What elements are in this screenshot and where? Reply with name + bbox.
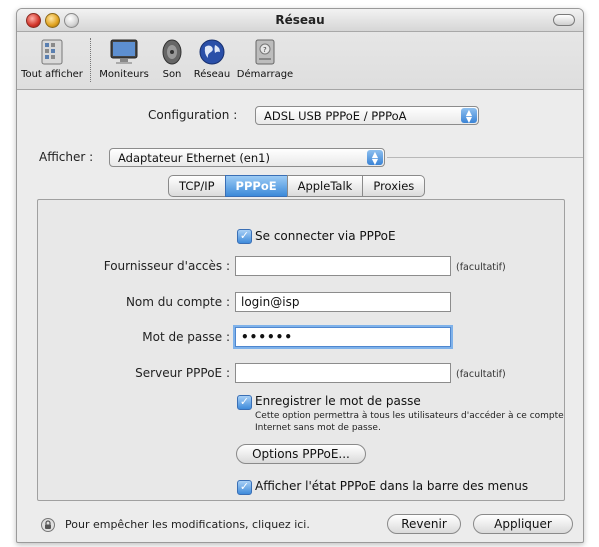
toolbar: Tout afficher Moniteurs Son Réseau ? Dém… (17, 32, 583, 90)
server-optional-hint: (facultatif) (456, 369, 506, 380)
title-bar: Réseau (17, 9, 583, 32)
password-label: Mot de passe : (142, 330, 230, 344)
lock-message[interactable]: Pour empêcher les modifications, cliquez… (65, 518, 310, 531)
toolbar-label: Son (162, 69, 182, 80)
account-label: Nom du compte : (125, 295, 230, 309)
divider (387, 157, 583, 158)
toolbar-label: Démarrage (236, 69, 294, 80)
connect-pppoe-label: Se connecter via PPPoE (255, 229, 396, 243)
show-interface-popup[interactable]: Adaptateur Ethernet (en1) ▲ ▼ (109, 148, 385, 167)
save-password-note: Cette option permettra à tous les utilis… (255, 411, 564, 433)
save-password-label: Enregistrer le mot de passe (255, 394, 421, 408)
password-field[interactable]: •••••• (235, 327, 451, 347)
show-status-label: Afficher l'état PPPoE dans la barre des … (255, 479, 529, 493)
toolbar-label: Tout afficher (21, 69, 83, 80)
toolbar-item-network[interactable]: Réseau (190, 37, 234, 80)
network-preferences-window: Réseau Tout afficher Moniteurs Son Résea… (16, 8, 584, 543)
toolbar-item-sound[interactable]: Son (155, 37, 189, 80)
apply-button[interactable]: Appliquer (473, 514, 573, 534)
provider-label: Fournisseur d'accès : (103, 259, 230, 273)
pppoe-panel: ✓ Se connecter via PPPoE Fournisseur d'a… (37, 199, 565, 501)
toolbar-item-show-all[interactable]: Tout afficher (19, 37, 85, 80)
connect-pppoe-checkbox[interactable]: ✓ (237, 229, 252, 244)
show-interface-value: Adaptateur Ethernet (en1) (118, 151, 270, 165)
toolbar-separator (90, 38, 92, 82)
lock-icon[interactable] (41, 517, 55, 532)
speaker-icon (156, 37, 188, 67)
tab-appletalk[interactable]: AppleTalk (286, 175, 364, 197)
popup-arrows-icon: ▲ ▼ (461, 108, 477, 124)
show-status-checkbox[interactable]: ✓ (237, 480, 252, 495)
pppoe-options-button[interactable]: Options PPPoE... (236, 444, 366, 464)
configuration-label: Configuration : (148, 108, 238, 122)
toolbar-item-startup[interactable]: ? Démarrage (235, 37, 295, 80)
toolbar-toggle-button[interactable] (553, 14, 575, 26)
show-label: Afficher : (39, 150, 94, 164)
popup-arrows-icon: ▲ ▼ (367, 150, 383, 166)
configuration-value: ADSL USB PPPoE / PPPoA (264, 109, 407, 123)
pppoe-server-field[interactable] (235, 363, 451, 383)
configuration-popup[interactable]: ADSL USB PPPoE / PPPoA ▲ ▼ (255, 106, 479, 125)
window-title: Réseau (275, 13, 325, 27)
monitor-icon (108, 37, 140, 67)
toolbar-item-monitors[interactable]: Moniteurs (97, 37, 151, 80)
account-name-field[interactable]: login@isp (235, 292, 451, 312)
svg-text:?: ? (263, 46, 267, 54)
tab-bar: TCP/IP PPPoE AppleTalk Proxies (168, 175, 426, 197)
tab-pppoe[interactable]: PPPoE (224, 175, 288, 197)
toolbar-label: Moniteurs (99, 69, 149, 80)
toolbar-label: Réseau (193, 69, 231, 80)
provider-field[interactable] (235, 256, 451, 276)
provider-optional-hint: (facultatif) (456, 262, 506, 273)
disk-icon: ? (249, 37, 281, 67)
pppoe-server-label: Serveur PPPoE : (135, 366, 230, 380)
revert-button[interactable]: Revenir (387, 514, 461, 534)
tab-tcpip[interactable]: TCP/IP (168, 175, 226, 197)
globe-icon (196, 37, 228, 67)
tab-proxies[interactable]: Proxies (362, 175, 426, 197)
show-all-icon (36, 37, 68, 67)
save-password-checkbox[interactable]: ✓ (237, 395, 252, 410)
